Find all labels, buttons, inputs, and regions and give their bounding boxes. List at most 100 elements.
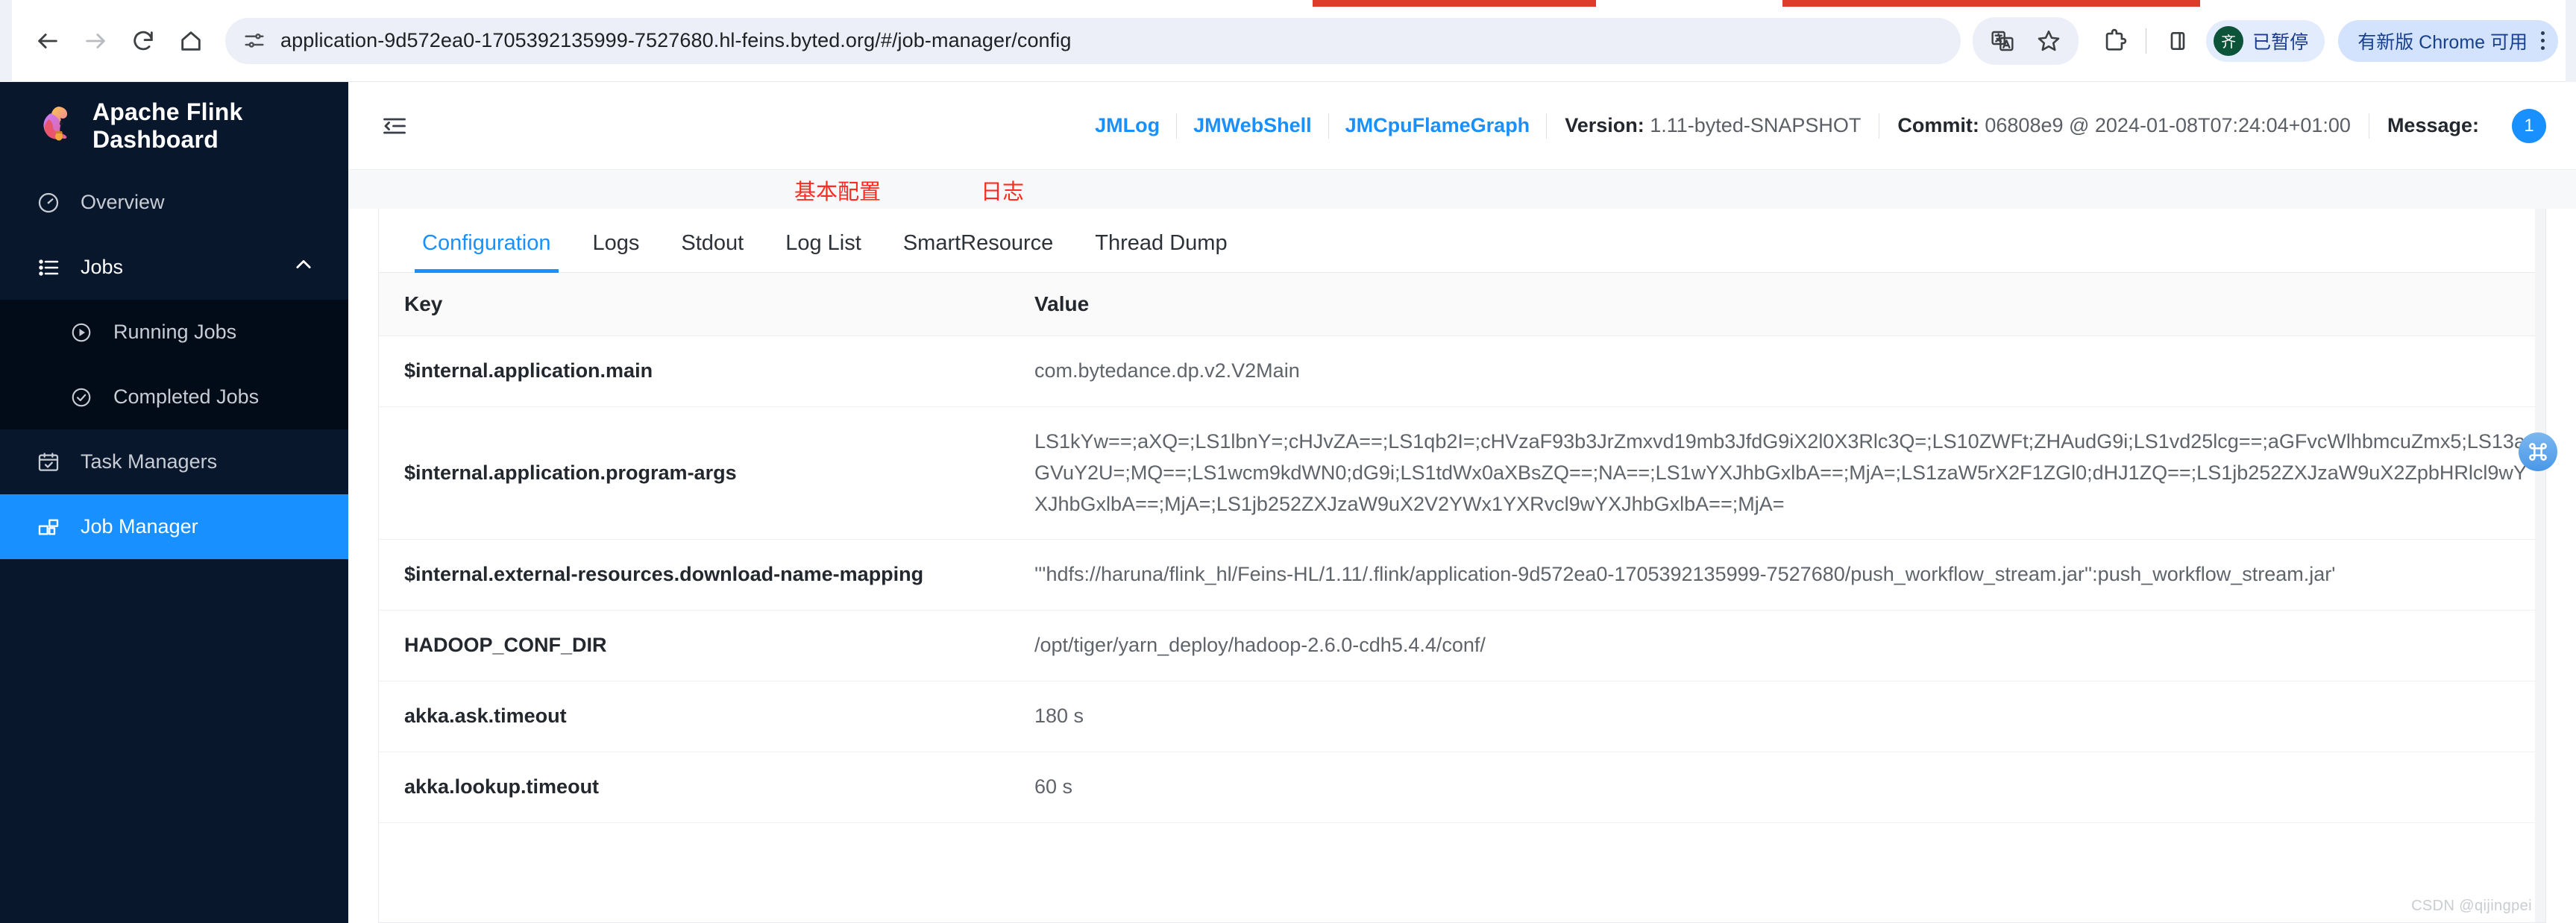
version-value: 1.11-byted-SNAPSHOT	[1650, 114, 1862, 136]
tabstrip-accent-a	[1313, 0, 1596, 7]
table-row: $internal.application.main com.bytedance…	[379, 336, 2545, 407]
config-key: $internal.application.main	[379, 336, 1009, 407]
config-value: com.bytedance.dp.v2.V2Main	[1009, 336, 2545, 407]
omnibox-action-group	[1973, 16, 2079, 65]
browser-toolbar: application-9d572ea0-1705392135999-75276…	[0, 0, 2576, 82]
sidebar-submenu-jobs: Running Jobs Completed Jobs	[0, 300, 348, 429]
url-text: application-9d572ea0-1705392135999-75276…	[280, 29, 1072, 51]
sidebar-item-label: Jobs	[81, 256, 124, 278]
site-settings-icon[interactable]	[242, 28, 267, 54]
table-row: $internal.external-resources.download-na…	[379, 539, 2545, 611]
config-key: akka.lookup.timeout	[379, 752, 1009, 823]
sidebar-item-task-managers[interactable]: Task Managers	[0, 429, 348, 494]
top-bar-right: JMLog JMWebShell JMCpuFlameGraph Version…	[1078, 108, 2546, 143]
config-key: akka.ask.timeout	[379, 681, 1009, 752]
menu-fold-icon[interactable]	[378, 110, 411, 142]
sidebar-item-job-manager[interactable]: Job Manager	[0, 494, 348, 559]
tab-log-list[interactable]: Log List	[764, 231, 882, 272]
annotation-logs: 日志	[981, 179, 1025, 204]
tab-logs[interactable]: Logs	[572, 231, 661, 272]
gauge-icon	[36, 190, 61, 215]
sidebar-item-label: Task Managers	[81, 450, 218, 473]
address-bar[interactable]: application-9d572ea0-1705392135999-75276…	[225, 17, 1961, 64]
chrome-menu-icon[interactable]	[2538, 31, 2545, 50]
brand[interactable]: Apache Flink Dashboard	[0, 82, 348, 170]
table-header-row: Key Value	[379, 273, 2545, 336]
config-value: 60 s	[1009, 752, 2545, 823]
avatar: 齐	[2214, 25, 2244, 56]
top-bar: JMLog JMWebShell JMCpuFlameGraph Version…	[348, 82, 2576, 170]
bookmark-star-icon[interactable]	[2029, 22, 2068, 60]
tab-bar: Configuration Logs Stdout Log List Smart…	[379, 209, 2545, 273]
version-label: Version:	[1565, 114, 1644, 136]
tabstrip-accent-b	[1782, 0, 2200, 7]
jmcpuflamegraph-link[interactable]: JMCpuFlameGraph	[1329, 114, 1547, 137]
reload-button[interactable]	[122, 20, 164, 62]
list-icon	[36, 255, 61, 280]
commit-value: 06808e9 @ 2024-01-08T07:24:04+01:00	[1985, 114, 2351, 136]
config-key: $internal.external-resources.download-na…	[379, 539, 1009, 611]
scrollbar-track[interactable]	[2535, 209, 2545, 922]
sidebar-item-label: Overview	[81, 191, 165, 213]
tab-thread-dump[interactable]: Thread Dump	[1074, 231, 1248, 272]
extensions-icon[interactable]	[2095, 22, 2134, 60]
back-button[interactable]	[27, 20, 69, 62]
tab-smartresource[interactable]: SmartResource	[882, 231, 1074, 272]
jmwebshell-link[interactable]: JMWebShell	[1177, 114, 1328, 137]
chevron-up-icon[interactable]	[293, 254, 314, 280]
message-count-badge[interactable]: 1	[2512, 108, 2546, 143]
profile-status-label: 已暂停	[2252, 31, 2309, 53]
play-circle-icon	[69, 320, 94, 345]
configuration-table: Key Value $internal.application.main com…	[379, 273, 2545, 823]
home-button[interactable]	[170, 20, 212, 62]
commit-info: Commit: 06808e9 @ 2024-01-08T07:24:04+01…	[1879, 114, 2369, 137]
forward-button[interactable]	[75, 20, 116, 62]
message-label: Message:	[2387, 114, 2479, 136]
message-info: Message:	[2369, 114, 2497, 137]
tabstrip-right-edge	[2566, 0, 2576, 82]
table-row: $internal.application.program-args LS1kY…	[379, 406, 2545, 541]
side-panel-icon[interactable]	[2158, 22, 2197, 60]
brand-title: Apache Flink Dashboard	[92, 98, 243, 153]
annotation-strip: 基本配置 日志	[348, 170, 2576, 209]
config-panel: Configuration Logs Stdout Log List Smart…	[378, 209, 2557, 923]
sidebar-item-running-jobs[interactable]: Running Jobs	[0, 300, 348, 365]
config-value: /opt/tiger/yarn_deploy/hadoop-2.6.0-cdh5…	[1009, 610, 2545, 682]
watermark: CSDN @qijingpei	[2411, 898, 2532, 914]
table-row: HADOOP_CONF_DIR /opt/tiger/yarn_deploy/h…	[379, 610, 2545, 682]
sidebar-item-label: Job Manager	[81, 515, 198, 538]
tab-configuration[interactable]: Configuration	[401, 231, 572, 273]
translate-icon[interactable]	[1983, 22, 2022, 60]
sidebar-item-label: Completed Jobs	[113, 385, 260, 408]
column-header-key: Key	[379, 273, 1009, 336]
tabstrip-left-edge	[0, 0, 12, 82]
column-header-value: Value	[1009, 273, 2545, 336]
version-info: Version: 1.11-byted-SNAPSHOT	[1547, 114, 1879, 137]
sidebar-menu: Overview Jobs Running Jobs Completed Job…	[0, 170, 348, 559]
check-circle-icon	[69, 385, 94, 410]
table-row: akka.ask.timeout 180 s	[379, 681, 2545, 752]
layout-icon	[36, 514, 61, 540]
jmlog-link[interactable]: JMLog	[1078, 114, 1176, 137]
app-root: Apache Flink Dashboard Overview Jobs Run…	[0, 82, 2576, 923]
tab-stdout[interactable]: Stdout	[660, 231, 764, 272]
sidebar-item-jobs[interactable]: Jobs	[0, 235, 348, 300]
sidebar-item-label: Running Jobs	[113, 321, 237, 343]
table-row: akka.lookup.timeout 60 s	[379, 752, 2545, 823]
config-value: '''hdfs://haruna/flink_hl/Feins-HL/1.11/…	[1009, 539, 2545, 611]
calendar-check-icon	[36, 450, 61, 475]
sidebar: Apache Flink Dashboard Overview Jobs Run…	[0, 82, 348, 923]
config-value: 180 s	[1009, 681, 2545, 752]
toolbar-actions: 齐 已暂停 有新版 Chrome 可用	[1973, 16, 2558, 65]
sidebar-item-overview[interactable]: Overview	[0, 170, 348, 235]
command-icon[interactable]	[2519, 432, 2557, 471]
sidebar-item-completed-jobs[interactable]: Completed Jobs	[0, 365, 348, 429]
profile-chip[interactable]: 齐 已暂停	[2206, 19, 2325, 62]
chrome-update-chip[interactable]: 有新版 Chrome 可用	[2338, 19, 2558, 62]
main-content: JMLog JMWebShell JMCpuFlameGraph Version…	[348, 82, 2576, 923]
config-key: HADOOP_CONF_DIR	[379, 610, 1009, 682]
navigation-buttons	[27, 20, 212, 62]
update-label: 有新版 Chrome 可用	[2357, 31, 2528, 53]
commit-label: Commit:	[1897, 114, 1979, 136]
annotation-basic-config: 基本配置	[794, 179, 882, 204]
